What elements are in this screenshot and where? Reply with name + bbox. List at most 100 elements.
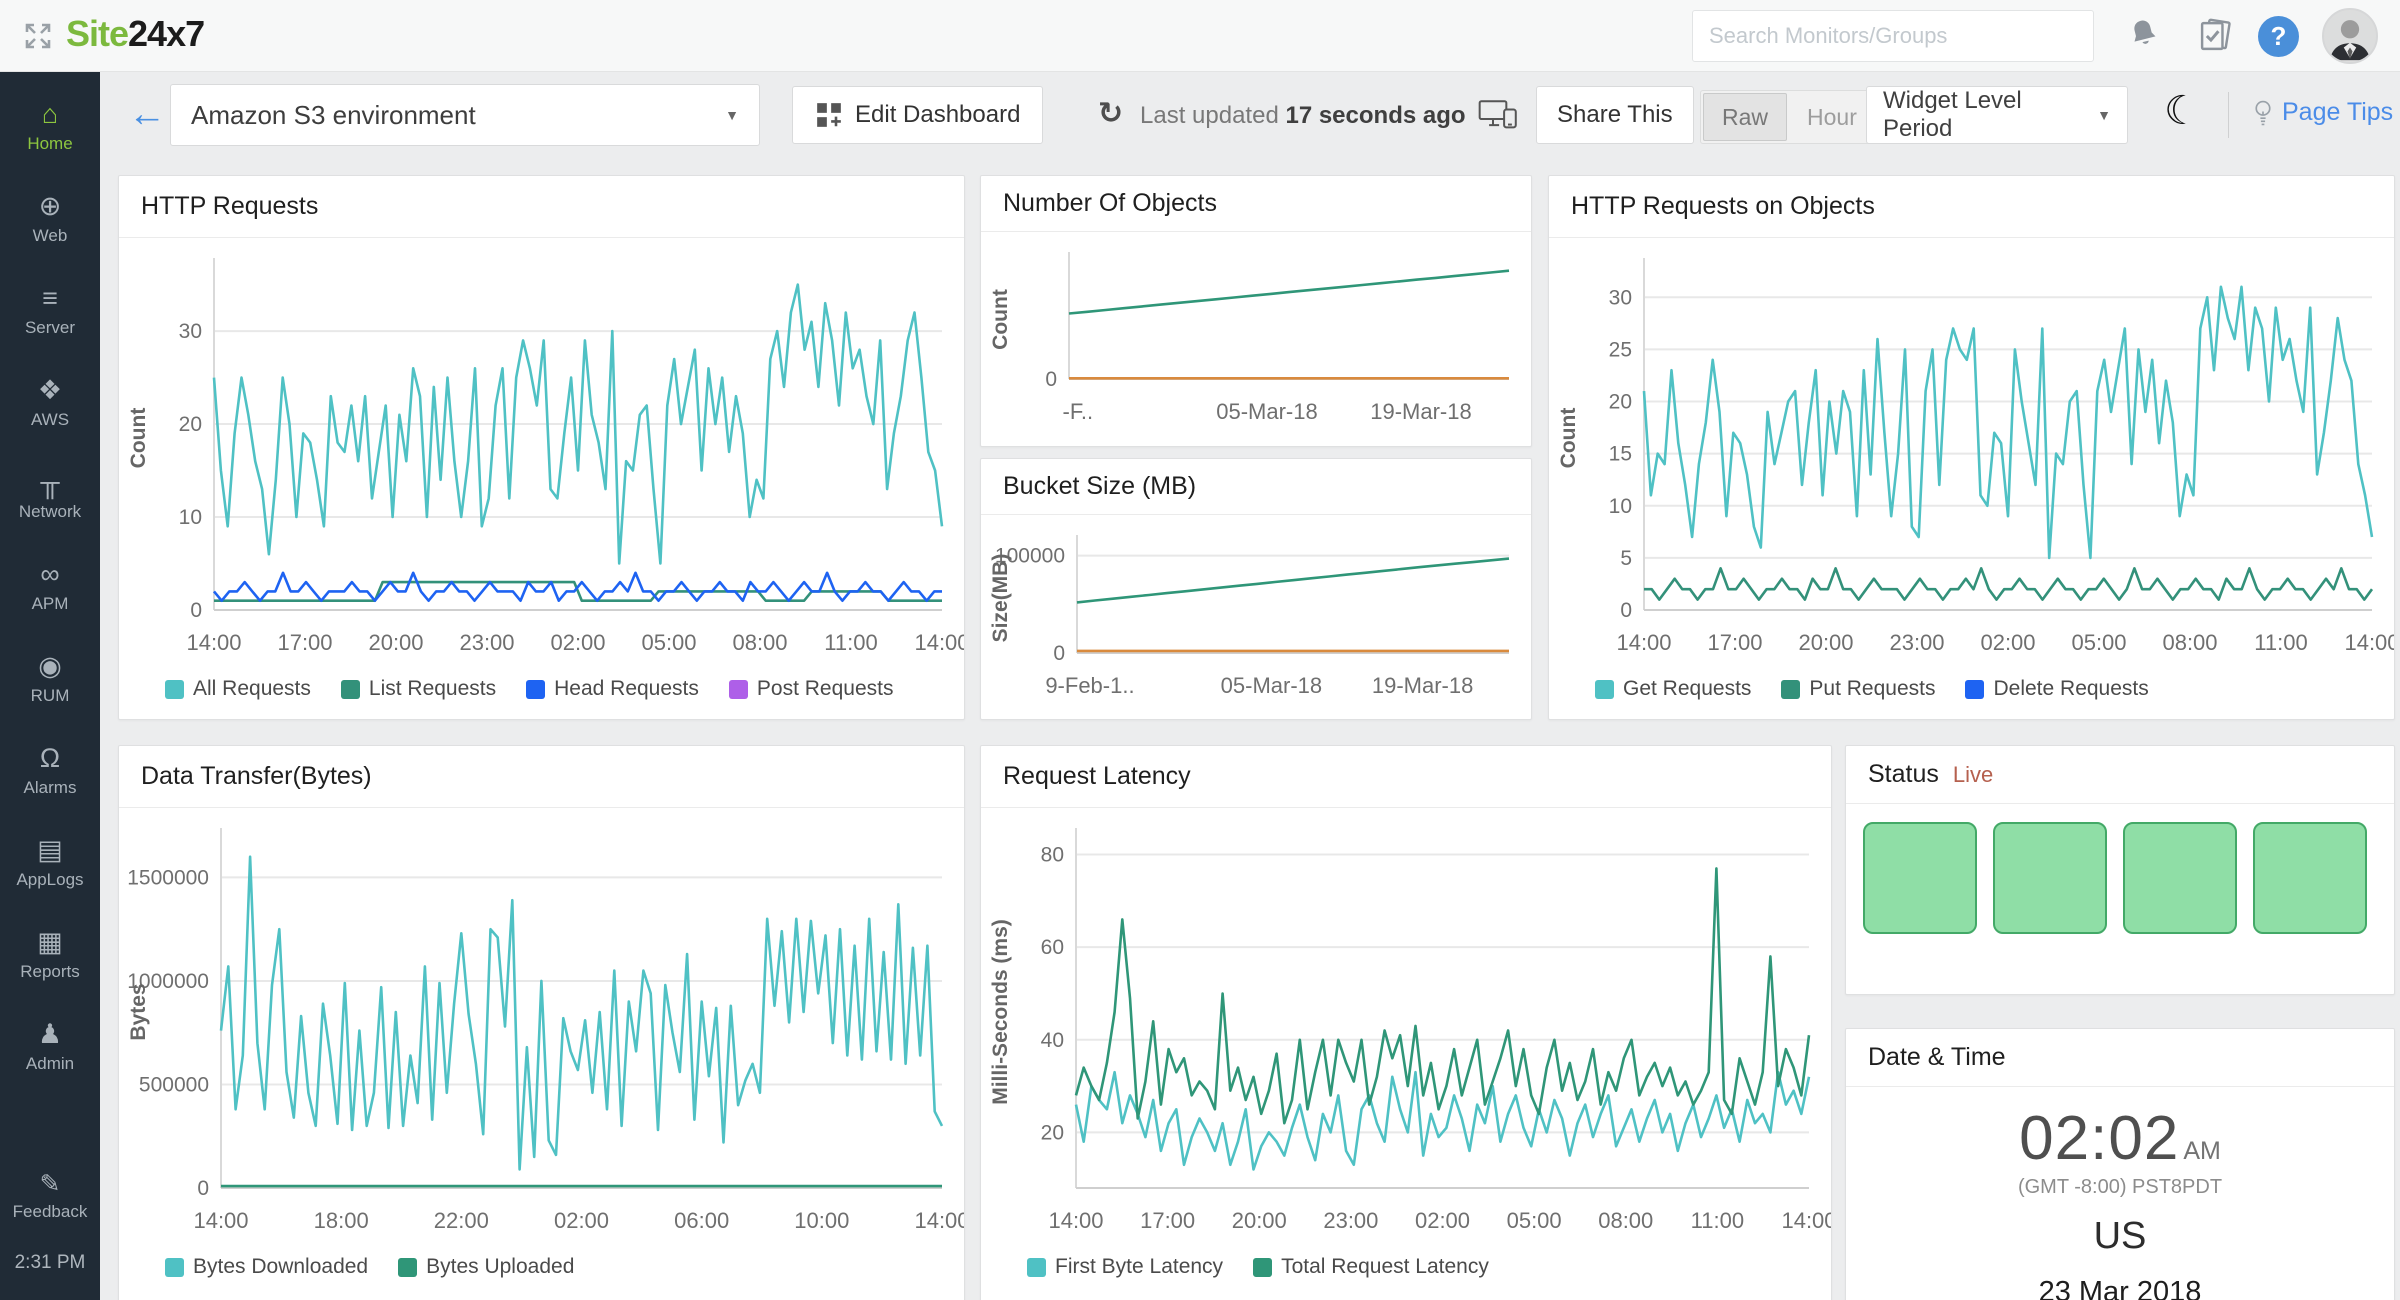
svg-text:40: 40 (1041, 1029, 1064, 1052)
topbar: Site24x7 ? (0, 0, 2400, 72)
rum-icon: ◉ (0, 646, 100, 686)
hour-option[interactable]: Hour (1789, 91, 1875, 143)
bell-icon[interactable] (2126, 16, 2162, 54)
sidebar-item-label: Reports (0, 962, 100, 982)
avatar[interactable] (2322, 8, 2378, 64)
svg-text:-F..: -F.. (1063, 399, 1094, 424)
svg-text:17:00: 17:00 (1140, 1208, 1195, 1233)
legend-label: Put Requests (1809, 677, 1935, 701)
chart-legend: Bytes Downloaded Bytes Uploaded (119, 1246, 964, 1288)
sidebar-item-home[interactable]: ⌂Home (0, 94, 100, 186)
legend-chip (1781, 680, 1800, 699)
region-label: US (1846, 1215, 2394, 1258)
tasks-icon[interactable] (2196, 16, 2234, 56)
back-arrow[interactable]: ← (128, 94, 166, 134)
legend-item[interactable]: Delete Requests (1965, 677, 2148, 701)
svg-text:10: 10 (179, 506, 202, 529)
sidebar-item-label: AWS (0, 410, 100, 430)
svg-text:80: 80 (1041, 844, 1064, 867)
svg-text:14:00: 14:00 (914, 630, 964, 655)
clock-time: 02:02AM (1846, 1103, 2394, 1174)
sidebar-item-web[interactable]: ⊕Web (0, 186, 100, 278)
search-input[interactable] (1692, 10, 2094, 62)
http-requests-panel: HTTP Requests 010203014:0017:0020:0023:0… (118, 175, 965, 720)
number-of-objects-panel: Number Of Objects 0-F..05-Mar-1819-Mar-1… (980, 175, 1532, 447)
legend-item[interactable]: Put Requests (1781, 677, 1935, 701)
sidebar-clock: 2:31 PM (0, 1252, 100, 1274)
legend-label: Get Requests (1623, 677, 1751, 701)
svg-text:05:00: 05:00 (641, 630, 696, 655)
svg-text:0: 0 (1620, 599, 1632, 622)
share-this-button[interactable]: Share This (1536, 86, 1694, 144)
raw-option[interactable]: Raw (1703, 93, 1787, 141)
expand-icon[interactable] (22, 20, 54, 52)
timezone-label: (GMT -8:00) PST8PDT (1846, 1176, 2394, 1199)
svg-text:02:00: 02:00 (1415, 1208, 1470, 1233)
page-tips-link[interactable]: Page Tips (2252, 98, 2393, 127)
legend-label: First Byte Latency (1055, 1255, 1223, 1279)
legend-item[interactable]: List Requests (341, 677, 496, 701)
apm-icon: ∞ (0, 554, 100, 594)
legend-item[interactable]: Get Requests (1595, 677, 1751, 701)
sidebar-item-applogs[interactable]: ▤AppLogs (0, 830, 100, 922)
moon-icon[interactable]: ☾ (2164, 88, 2200, 134)
sidebar-item-rum[interactable]: ◉RUM (0, 646, 100, 738)
chevron-down-icon: ▼ (725, 107, 739, 123)
legend-item[interactable]: Post Requests (729, 677, 894, 701)
sidebar-item-alarms[interactable]: ΩAlarms (0, 738, 100, 830)
widget-period-label: Widget Level Period (1883, 87, 2097, 143)
legend-chip (341, 680, 360, 699)
legend-item[interactable]: First Byte Latency (1027, 1255, 1223, 1279)
bucket-size-chart[interactable]: 01000009-Feb-1..05-Mar-1819-Mar-18Size(M… (981, 515, 1531, 711)
legend-item[interactable]: Head Requests (526, 677, 699, 701)
status-box[interactable] (2253, 822, 2367, 934)
legend-item[interactable]: All Requests (165, 677, 311, 701)
panel-title: HTTP Requests (141, 192, 318, 221)
refresh-icon[interactable]: ↻ (1098, 96, 1123, 131)
sidebar-item-server[interactable]: ≡Server (0, 278, 100, 370)
legend-item[interactable]: Total Request Latency (1253, 1255, 1489, 1279)
svg-text:23:00: 23:00 (459, 630, 514, 655)
edit-dashboard-button[interactable]: Edit Dashboard (792, 86, 1043, 144)
devices-icon[interactable] (1478, 98, 1518, 130)
legend-label: Bytes Uploaded (426, 1255, 574, 1279)
sidebar-item-reports[interactable]: ▦Reports (0, 922, 100, 1014)
app-logo[interactable]: Site24x7 (66, 13, 204, 55)
panel-title: Request Latency (1003, 762, 1191, 791)
sidebar-item-admin[interactable]: ♟Admin (0, 1014, 100, 1106)
status-box[interactable] (1993, 822, 2107, 934)
sidebar-item-feedback[interactable]: ✎ Feedback (0, 1166, 100, 1222)
request-latency-chart[interactable]: 2040608014:0017:0020:0023:0002:0005:0008… (981, 808, 1831, 1246)
svg-text:Count: Count (1557, 408, 1580, 469)
svg-text:05:00: 05:00 (2071, 630, 2126, 655)
bucket-size-panel: Bucket Size (MB) 01000009-Feb-1..05-Mar-… (980, 458, 1532, 720)
legend-chip (165, 680, 184, 699)
legend-chip (1027, 1258, 1046, 1277)
sidebar-item-aws[interactable]: ❖AWS (0, 370, 100, 462)
data-transfer-chart[interactable]: 05000001000000150000014:0018:0022:0002:0… (119, 808, 964, 1246)
svg-text:20: 20 (1609, 391, 1632, 414)
svg-text:08:00: 08:00 (2162, 630, 2217, 655)
legend-chip (398, 1258, 417, 1277)
dashboard-selector[interactable]: Amazon S3 environment ▼ (170, 84, 760, 146)
http-requests-chart[interactable]: 010203014:0017:0020:0023:0002:0005:0008:… (119, 238, 964, 668)
web-icon: ⊕ (0, 186, 100, 226)
help-icon[interactable]: ? (2258, 16, 2299, 57)
reports-icon: ▦ (0, 922, 100, 962)
legend-item[interactable]: Bytes Uploaded (398, 1255, 574, 1279)
legend-item[interactable]: Bytes Downloaded (165, 1255, 368, 1279)
sidebar-item-network[interactable]: ╥Network (0, 462, 100, 554)
date-time-panel: Date & Time 02:02AM (GMT -8:00) PST8PDT … (1845, 1028, 2395, 1300)
widget-level-period-select[interactable]: Widget Level Period ▼ (1866, 86, 2128, 144)
status-box[interactable] (1863, 822, 1977, 934)
svg-text:Bytes: Bytes (127, 983, 150, 1040)
sidebar-item-label: Server (0, 318, 100, 338)
status-box[interactable] (2123, 822, 2237, 934)
aws-icon: ❖ (0, 370, 100, 410)
svg-text:17:00: 17:00 (277, 630, 332, 655)
number-of-objects-chart[interactable]: 0-F..05-Mar-1819-Mar-18Count (981, 232, 1531, 437)
svg-text:06:00: 06:00 (674, 1208, 729, 1233)
http-requests-on-objects-chart[interactable]: 05101520253014:0017:0020:0023:0002:0005:… (1549, 238, 2394, 668)
legend-label: Delete Requests (1993, 677, 2148, 701)
sidebar-item-apm[interactable]: ∞APM (0, 554, 100, 646)
